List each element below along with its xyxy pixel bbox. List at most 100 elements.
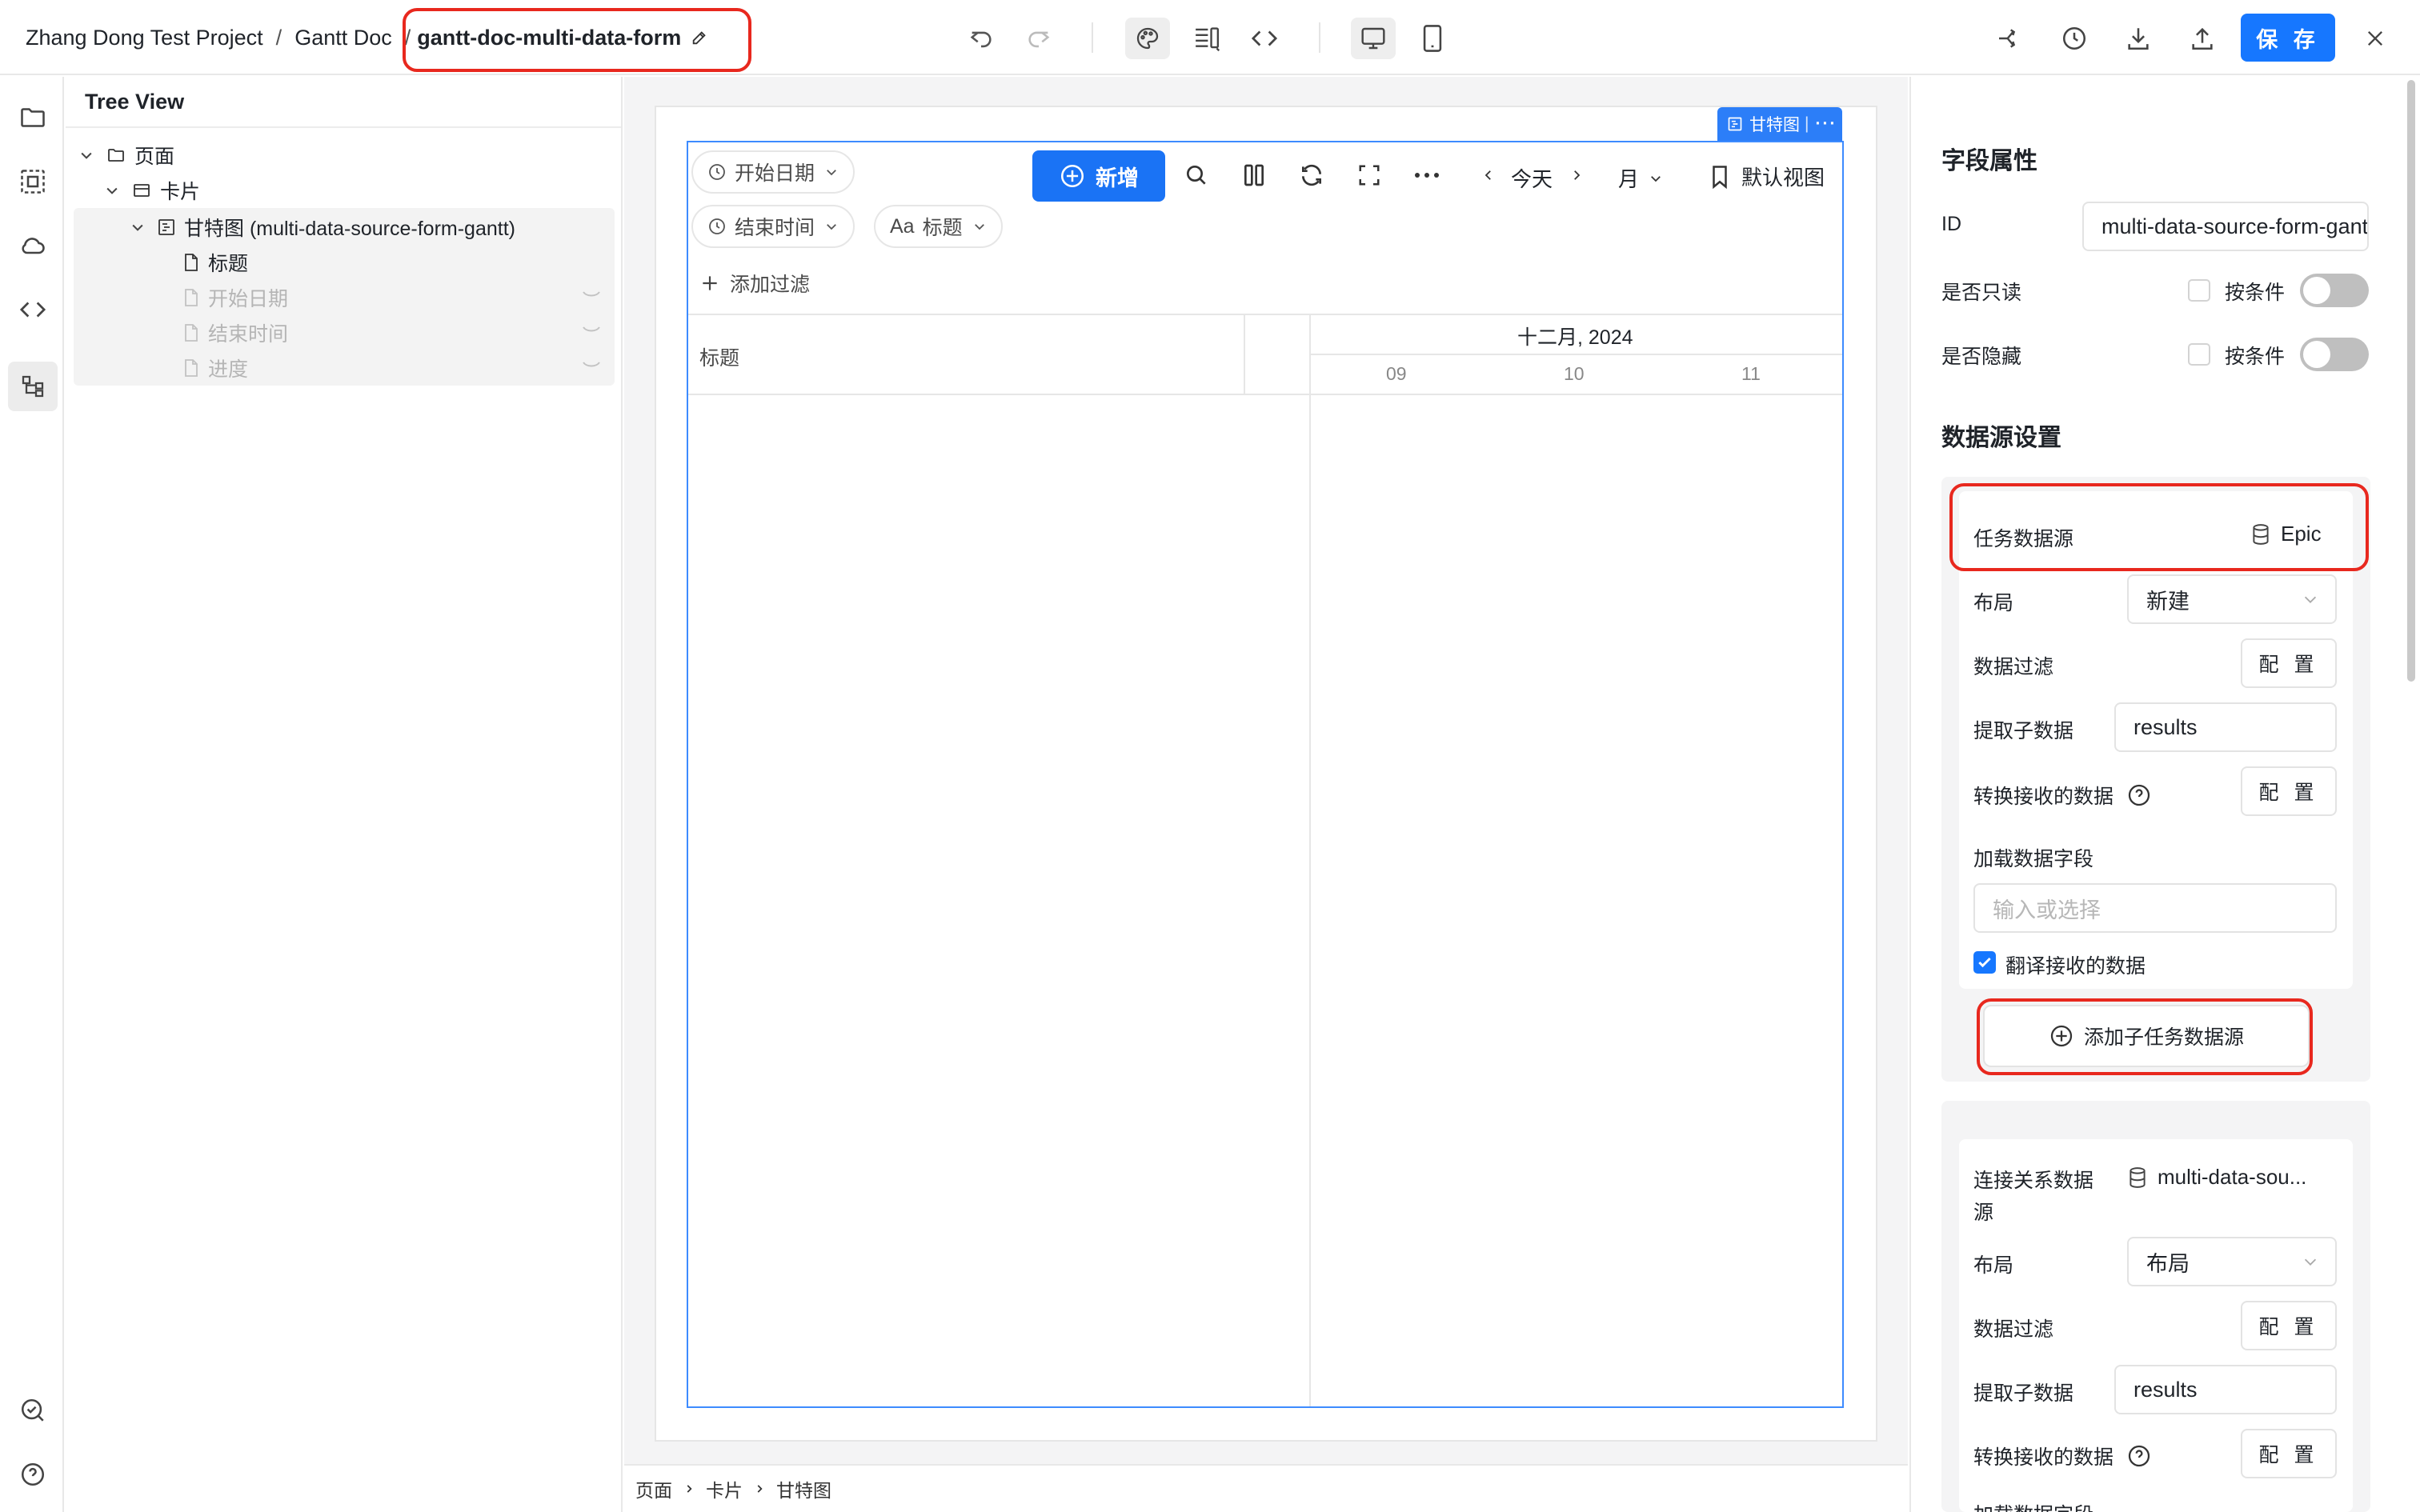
data-filter-config-button[interactable]: 配 置 [2241, 638, 2337, 688]
link-transform-data-config-button[interactable]: 配 置 [2241, 1429, 2337, 1478]
file-icon [182, 288, 200, 307]
branch-merge-icon[interactable] [1986, 18, 2031, 59]
fullscreen-icon[interactable] [1351, 157, 1388, 194]
filter-chip-start-date[interactable]: 开始日期 [691, 150, 855, 194]
translate-data-checkbox[interactable] [1973, 951, 1996, 974]
code-icon[interactable] [8, 285, 58, 334]
readonly-condition-checkbox[interactable] [2188, 279, 2210, 302]
grid-line [1309, 315, 1311, 1406]
view-unit-label: 月 [1618, 167, 1640, 191]
toolbar-divider [1319, 22, 1320, 53]
transform-data-text: 转换接收的数据 [1973, 786, 2114, 808]
selection-area-icon[interactable] [8, 157, 58, 206]
breadcrumb-project[interactable]: Zhang Dong Test Project [26, 26, 263, 50]
tree-node-gantt[interactable]: 甘特图 (multi-data-source-form-gantt) [126, 210, 515, 245]
question-help-icon[interactable] [2126, 1443, 2152, 1469]
add-task-button[interactable]: 新增 [1032, 150, 1165, 202]
filter-chip-label: 结束时间 [735, 217, 815, 239]
chevron-down-icon [2304, 596, 2317, 603]
layout-label: 布局 [1973, 1254, 2014, 1277]
add-sub-datasource-highlight-annotation [1977, 998, 2313, 1075]
extract-subdata-label: 提取子数据 [1973, 1382, 2074, 1405]
breadcrumb-item[interactable]: 甘特图 [776, 1475, 831, 1502]
id-input[interactable]: multi-data-source-form-gantt [2082, 202, 2369, 251]
mobile-preview-icon[interactable] [1410, 18, 1455, 59]
breadcrumb-item[interactable]: 页面 [635, 1475, 672, 1502]
undo-icon[interactable] [959, 18, 1004, 59]
chevron-down-icon [972, 219, 987, 234]
chevron-right-icon[interactable] [1561, 157, 1593, 194]
translate-data-label: 翻译接收的数据 [2005, 955, 2146, 978]
desktop-preview-icon[interactable] [1351, 18, 1396, 59]
add-task-label: 新增 [1096, 166, 1139, 190]
cloud-icon[interactable] [8, 221, 58, 270]
question-help-icon[interactable] [2126, 782, 2152, 808]
chevron-left-icon[interactable] [1472, 157, 1504, 194]
check-search-icon[interactable] [8, 1386, 58, 1435]
layout-select[interactable]: 新建 [2127, 574, 2337, 624]
layout-select-value: 新建 [2146, 589, 2190, 614]
search-icon[interactable] [1178, 157, 1215, 194]
link-datasource-value[interactable]: multi-data-sou... [2127, 1165, 2306, 1190]
column-title-header[interactable]: 标题 [699, 342, 739, 371]
breadcrumb-section[interactable]: Gantt Doc [294, 26, 392, 50]
help-icon[interactable] [8, 1450, 58, 1499]
download-icon[interactable] [2116, 18, 2161, 59]
close-icon[interactable] [2353, 18, 2398, 59]
breadcrumb-item[interactable]: 卡片 [706, 1475, 743, 1502]
tree-node-end-time[interactable]: 结束时间 [182, 315, 615, 350]
chevron-down-icon[interactable] [126, 219, 149, 235]
scrollbar[interactable] [2407, 80, 2415, 682]
selected-component-tag[interactable]: 甘特图 | ··· [1717, 107, 1842, 141]
tree-node-title-field[interactable]: 标题 [182, 245, 248, 280]
transform-data-config-button[interactable]: 配 置 [2241, 766, 2337, 816]
today-button[interactable]: 今天 [1511, 163, 1553, 193]
chevron-down-icon [824, 165, 839, 179]
extract-subdata-input[interactable]: results [2114, 702, 2337, 752]
readonly-toggle[interactable] [2300, 274, 2369, 307]
tree-node-card[interactable]: 卡片 [101, 173, 200, 208]
hidden-eye-icon[interactable] [581, 323, 602, 338]
link-layout-select-value: 布局 [2146, 1251, 2190, 1276]
load-fields-input[interactable]: 输入或选择 [1973, 883, 2337, 933]
folder-icon[interactable] [8, 93, 58, 142]
tag-divider: | [1805, 114, 1809, 133]
link-extract-subdata-input[interactable]: results [2114, 1365, 2337, 1414]
view-unit-select[interactable]: 月 [1618, 163, 1663, 193]
grid-line [1244, 315, 1245, 394]
month-label: 十二月, 2024 [1517, 326, 1633, 349]
upload-icon[interactable] [2180, 18, 2225, 59]
chevron-right-icon [683, 1482, 695, 1496]
add-filter-button[interactable]: 添加过滤 [699, 269, 810, 298]
palette-icon[interactable] [1125, 18, 1170, 59]
gantt-component[interactable] [687, 141, 1844, 1408]
tree-node-progress[interactable]: 进度 [182, 350, 615, 386]
plus-circle-icon [1060, 164, 1084, 188]
link-data-filter-config-button[interactable]: 配 置 [2241, 1301, 2337, 1350]
redo-icon[interactable] [1016, 18, 1061, 59]
refresh-icon[interactable] [1293, 157, 1330, 194]
filter-chip-end-time[interactable]: 结束时间 [691, 205, 855, 248]
more-horizontal-icon[interactable] [1408, 157, 1445, 194]
chevron-down-icon[interactable] [75, 147, 98, 163]
hidden-eye-icon[interactable] [581, 358, 602, 373]
tree-structure-icon[interactable] [8, 362, 58, 411]
code-icon[interactable] [1242, 18, 1287, 59]
load-fields-label: 加载数据字段 [1973, 848, 2094, 870]
hidden-eye-icon[interactable] [581, 288, 602, 302]
layout-settings-icon[interactable] [1184, 18, 1229, 59]
save-button[interactable]: 保 存 [2241, 14, 2335, 62]
chevron-down-icon[interactable] [101, 182, 123, 198]
load-fields-label-partial: 加载数据字段 [1973, 1499, 2093, 1512]
filter-chip-title[interactable]: Aa 标题 [874, 205, 1003, 248]
gantt-chart-icon [157, 218, 176, 237]
more-options-icon[interactable]: ··· [1815, 114, 1837, 134]
tree-node-start-date[interactable]: 开始日期 [182, 280, 615, 315]
default-view-button[interactable]: 默认视图 [1709, 162, 1825, 191]
hidden-toggle[interactable] [2300, 338, 2369, 371]
columns-icon[interactable] [1236, 157, 1272, 194]
history-clock-icon[interactable] [2052, 18, 2097, 59]
tree-node-page[interactable]: 页面 [75, 138, 174, 173]
hidden-condition-checkbox[interactable] [2188, 343, 2210, 366]
link-layout-select[interactable]: 布局 [2127, 1237, 2337, 1286]
